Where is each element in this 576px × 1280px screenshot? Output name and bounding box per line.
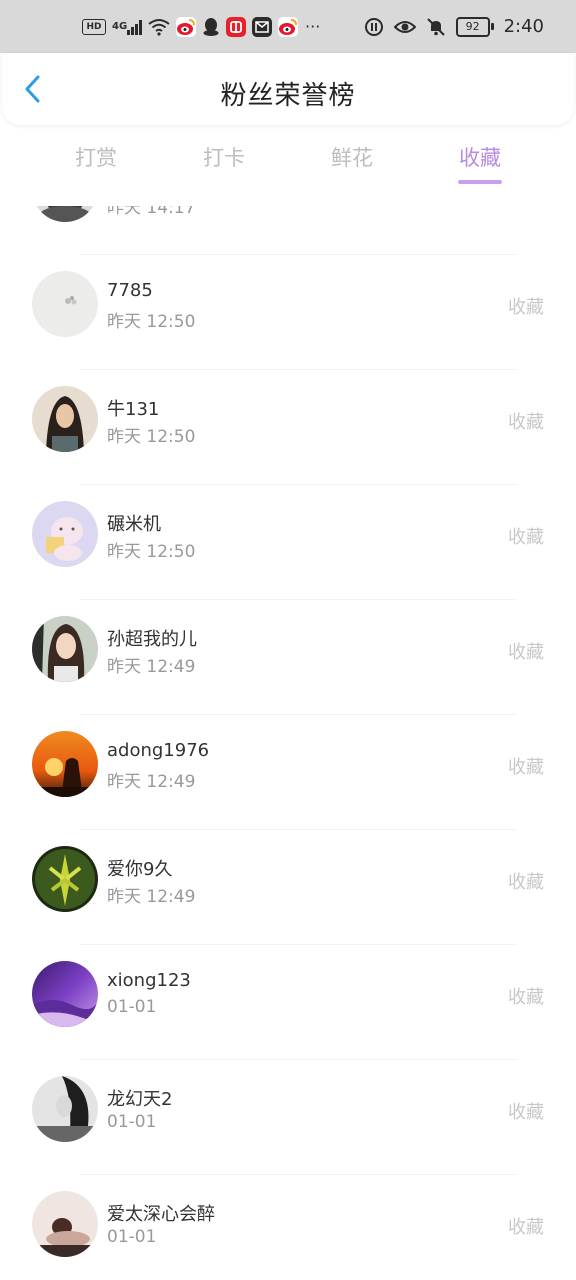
page-title: 粉丝荣誉榜 bbox=[220, 81, 356, 111]
qq-icon bbox=[202, 16, 220, 38]
divider bbox=[80, 829, 516, 830]
list-item-name: 爱太深心会醉 bbox=[107, 1204, 215, 1225]
list-item-time: 昨天 12:50 bbox=[107, 542, 196, 562]
divider bbox=[80, 369, 516, 370]
list-item-name: 龙幻天2 bbox=[107, 1089, 173, 1110]
wifi-icon bbox=[148, 16, 170, 38]
list-item[interactable]: 孙超我的儿 昨天 12:49 收藏 bbox=[0, 599, 576, 714]
divider bbox=[80, 484, 516, 485]
list-item-name: adong1976 bbox=[107, 740, 210, 761]
app-badge-icon bbox=[225, 16, 246, 37]
divider bbox=[80, 714, 516, 715]
avatar bbox=[32, 616, 98, 682]
list-item-time: 昨天 12:50 bbox=[107, 427, 196, 447]
list-item-name: 碾米机 bbox=[107, 514, 161, 535]
favorite-label: 收藏 bbox=[508, 872, 544, 893]
list-item[interactable]: 爱太深心会醉 01-01 收藏 bbox=[0, 1174, 576, 1280]
list-item[interactable]: xiong123 01-01 收藏 bbox=[0, 944, 576, 1059]
favorite-label: 收藏 bbox=[508, 987, 544, 1008]
tab-reward[interactable]: 打赏 bbox=[46, 142, 146, 172]
favorite-label: 收藏 bbox=[508, 297, 544, 318]
favorite-label: 收藏 bbox=[508, 757, 544, 778]
list-item[interactable]: 碾米机 昨天 12:50 收藏 bbox=[0, 484, 576, 599]
mute-bell-icon bbox=[426, 16, 446, 38]
avatar bbox=[32, 386, 98, 452]
list-item-time: 昨天 12:49 bbox=[107, 657, 196, 677]
status-bar: HD 4G ··· 92 2:40 bbox=[0, 0, 576, 53]
list-item[interactable]: 7785 昨天 12:50 收藏 bbox=[0, 254, 576, 369]
avatar bbox=[32, 846, 98, 912]
avatar bbox=[32, 731, 98, 797]
favorite-label: 收藏 bbox=[508, 412, 544, 433]
avatar bbox=[32, 1076, 98, 1142]
divider bbox=[80, 1059, 516, 1060]
list-item[interactable]: 爱你9久 昨天 12:49 收藏 bbox=[0, 829, 576, 944]
eye-icon bbox=[393, 16, 416, 38]
more-notifications-icon: ··· bbox=[305, 17, 321, 36]
favorite-label: 收藏 bbox=[508, 1102, 544, 1123]
divider bbox=[80, 1174, 516, 1175]
divider bbox=[80, 254, 516, 255]
list-item-time: 昨天 12:49 bbox=[107, 772, 196, 792]
weibo-icon-2 bbox=[277, 16, 298, 37]
list-item[interactable]: adong1976 昨天 12:49 收藏 bbox=[0, 714, 576, 829]
list-item-time: 昨天 12:50 bbox=[107, 312, 196, 332]
cellular-signal-icon: 4G bbox=[112, 16, 142, 38]
status-bar-right: 92 2:40 bbox=[364, 0, 544, 53]
mail-icon bbox=[251, 16, 272, 37]
network-type: 4G bbox=[112, 21, 128, 32]
favorite-label: 收藏 bbox=[508, 642, 544, 663]
list-item-name: 牛131 bbox=[107, 399, 160, 420]
favorite-label: 收藏 bbox=[508, 527, 544, 548]
list-item-name: 7785 bbox=[107, 280, 153, 301]
hd-icon: HD bbox=[82, 18, 106, 35]
list-item-time: 01-01 bbox=[107, 1112, 157, 1132]
tab-flowers[interactable]: 鲜花 bbox=[302, 142, 402, 172]
list-item[interactable]: 牛131 昨天 12:50 收藏 bbox=[0, 369, 576, 484]
active-tab-indicator bbox=[458, 180, 502, 184]
list-item-name: xiong123 bbox=[107, 970, 191, 991]
battery-level: 92 bbox=[465, 20, 480, 33]
list-item-name: 孙超我的儿 bbox=[107, 629, 197, 650]
app-header: 粉丝荣誉榜 bbox=[2, 53, 574, 125]
avatar bbox=[32, 1191, 98, 1257]
divider bbox=[80, 944, 516, 945]
avatar bbox=[32, 961, 98, 1027]
avatar bbox=[32, 206, 98, 222]
list-item-time: 01-01 bbox=[107, 1227, 157, 1247]
divider bbox=[80, 599, 516, 600]
status-bar-left: HD 4G ··· bbox=[82, 0, 322, 53]
tab-favorites[interactable]: 收藏 bbox=[430, 142, 530, 172]
list-item-time: 昨天 12:49 bbox=[107, 887, 196, 907]
fan-list: 昨天 14:17 7785 昨天 12:50 收藏 牛131 昨天 12:50 … bbox=[0, 206, 576, 1280]
data-saver-icon bbox=[364, 16, 384, 38]
list-item[interactable]: 龙幻天2 01-01 收藏 bbox=[0, 1059, 576, 1174]
list-item-time: 昨天 14:17 bbox=[107, 206, 196, 218]
avatar bbox=[32, 271, 98, 337]
favorite-label: 收藏 bbox=[508, 1217, 544, 1238]
battery-icon: 92 bbox=[455, 16, 494, 37]
list-item-name: 爱你9久 bbox=[107, 859, 173, 880]
list-item-time: 01-01 bbox=[107, 997, 157, 1017]
avatar bbox=[32, 501, 98, 567]
weibo-icon bbox=[175, 16, 196, 37]
clock: 2:40 bbox=[503, 16, 544, 37]
tab-checkin[interactable]: 打卡 bbox=[174, 142, 274, 172]
